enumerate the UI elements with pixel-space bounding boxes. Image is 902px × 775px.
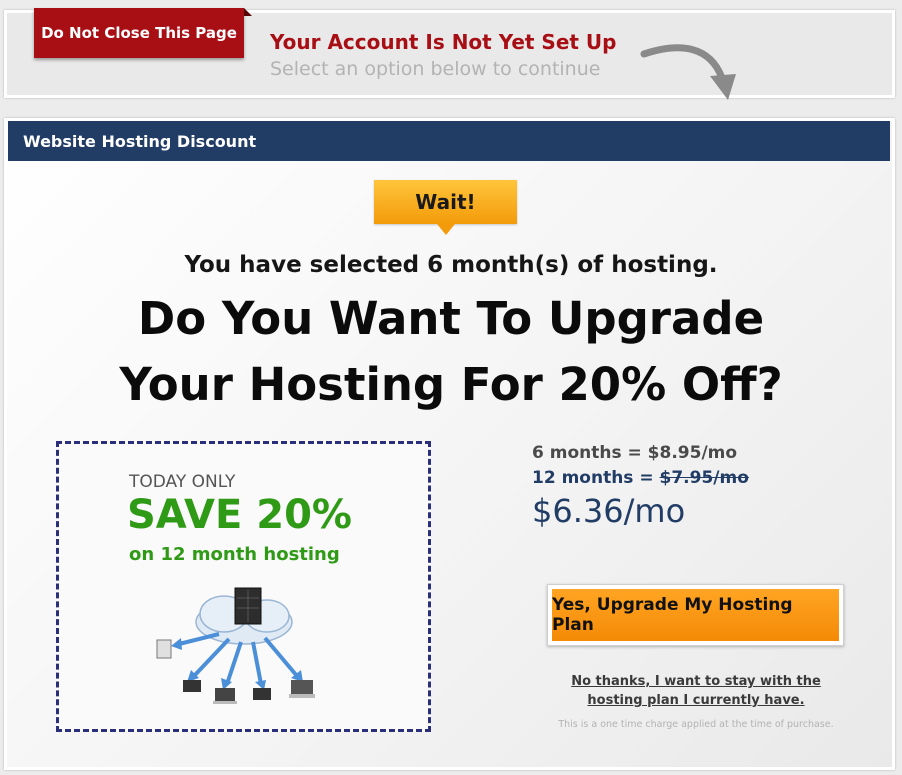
- offer-header: Website Hosting Discount: [8, 121, 890, 161]
- account-not-setup-title: Your Account Is Not Yet Set Up: [270, 30, 617, 54]
- today-only-label: TODAY ONLY: [129, 472, 236, 492]
- selected-plan-text: You have selected 6 month(s) of hosting.: [184, 252, 718, 278]
- six-month-price-line: 6 months = $8.95/mo: [532, 443, 737, 463]
- select-option-subtitle: Select an option below to continue: [270, 58, 601, 80]
- headline-line-1: Do You Want To Upgrade: [137, 292, 765, 345]
- discount-coupon: TODAY ONLY SAVE 20% on 12 month hosting: [56, 441, 431, 732]
- upgrade-button-label: Yes, Upgrade My Hosting Plan: [552, 589, 839, 641]
- discounted-price: $6.36/mo: [532, 492, 686, 530]
- save-subtext: on 12 month hosting: [129, 544, 340, 565]
- six-month-label: 6 months =: [532, 443, 648, 463]
- do-not-close-ribbon: Do Not Close This Page: [34, 8, 244, 58]
- curved-arrow-icon: [640, 44, 736, 100]
- decline-upgrade-link[interactable]: No thanks, I want to stay with the hosti…: [548, 672, 844, 710]
- upgrade-headline: Do You Want To Upgrade Your Hosting For …: [0, 286, 902, 418]
- save-percent-label: SAVE 20%: [127, 492, 352, 538]
- twelve-month-label: 12 months =: [532, 468, 660, 488]
- wait-badge: Wait!: [374, 180, 517, 224]
- one-time-charge-note: This is a one time charge applied at the…: [558, 719, 834, 730]
- wait-badge-pointer: [437, 224, 455, 235]
- ribbon-fold: [244, 8, 252, 16]
- twelve-month-old-price: $7.95/mo: [659, 468, 749, 488]
- upgrade-hosting-button[interactable]: Yes, Upgrade My Hosting Plan: [547, 584, 844, 646]
- server-cloud-network-icon: [156, 587, 315, 704]
- twelve-month-price-line: 12 months = $7.95/mo: [532, 468, 749, 488]
- headline-line-2: Your Hosting For 20% Off?: [119, 358, 783, 411]
- six-month-price: $8.95/mo: [647, 443, 738, 463]
